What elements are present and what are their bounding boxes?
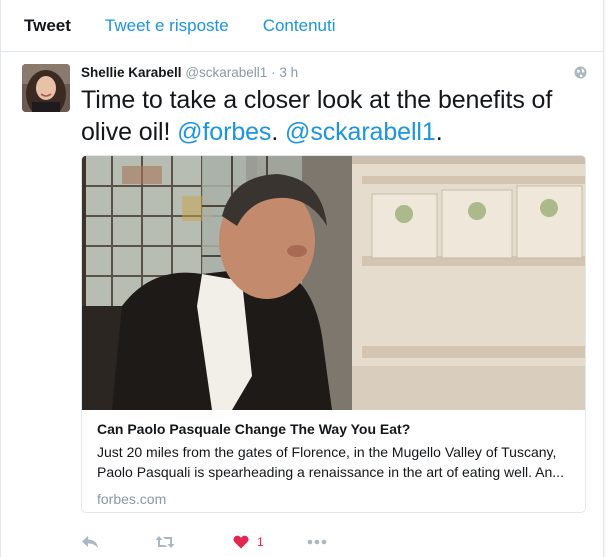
profile-tabs: Tweet Tweet e risposte Contenuti: [1, 0, 603, 52]
avatar-image: [22, 64, 70, 112]
profile-timeline: Tweet Tweet e risposte Contenuti Shellie…: [0, 0, 604, 557]
author-handle[interactable]: @sckarabell1: [185, 65, 267, 80]
tweet-text-part2: .: [271, 118, 286, 146]
link-preview-title[interactable]: Can Paolo Pasquale Change The Way You Ea…: [97, 419, 572, 439]
link-preview-body: Can Paolo Pasquale Change The Way You Ea…: [97, 419, 572, 509]
mention-sckarabell1[interactable]: @sckarabell1: [285, 118, 436, 146]
tweet-header: Shellie Karabell @sckarabell1 · 3 h: [81, 64, 298, 82]
link-preview-image: [82, 156, 585, 410]
separator: ·: [271, 65, 276, 80]
more-icon: [307, 539, 327, 545]
tweet-actions: 1: [81, 530, 327, 554]
retweet-icon: [155, 536, 175, 548]
link-preview-domain: forbes.com: [97, 491, 167, 507]
like-button[interactable]: 1: [233, 535, 307, 549]
tweet-text: Time to take a closer look at the benefi…: [81, 84, 586, 148]
like-count: 1: [257, 535, 264, 549]
link-preview-description: Just 20 miles from the gates of Florence…: [97, 444, 564, 480]
tweet-text-part3: .: [435, 118, 443, 146]
globe-icon: [574, 66, 587, 79]
more-button[interactable]: [307, 539, 327, 545]
link-preview-card[interactable]: Can Paolo Pasquale Change The Way You Ea…: [81, 155, 586, 513]
tab-tweets[interactable]: Tweet: [24, 0, 71, 52]
heart-icon: [233, 535, 249, 549]
reply-button[interactable]: [81, 535, 155, 549]
tab-tweets-and-replies[interactable]: Tweet e risposte: [105, 0, 229, 52]
retweet-button[interactable]: [155, 535, 233, 549]
avatar[interactable]: [22, 64, 70, 112]
author-name[interactable]: Shellie Karabell: [81, 65, 182, 80]
mention-forbes[interactable]: @forbes: [177, 118, 271, 146]
tab-media[interactable]: Contenuti: [263, 0, 336, 52]
tweet-timestamp[interactable]: 3 h: [279, 65, 298, 80]
tweet[interactable]: Shellie Karabell @sckarabell1 · 3 h Time…: [1, 52, 605, 557]
reply-icon: [82, 536, 98, 548]
